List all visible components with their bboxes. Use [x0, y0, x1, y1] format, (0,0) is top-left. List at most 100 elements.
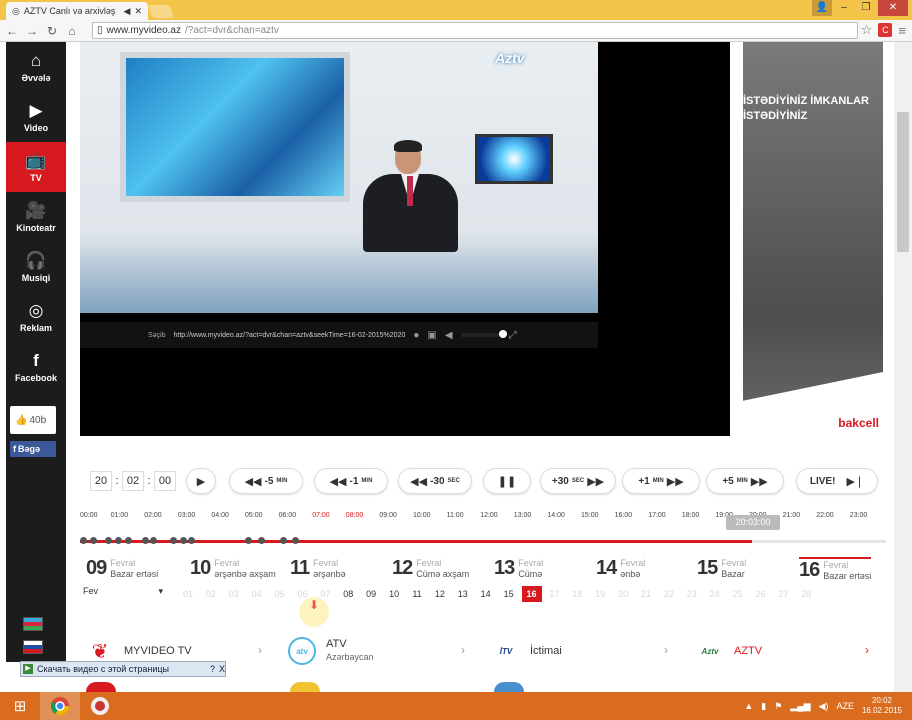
hour-input[interactable]: 20 — [90, 471, 112, 491]
channel-atv[interactable]: atv ATV Azərbaycan — [288, 637, 374, 665]
day-tab[interactable]: 11 Fevral ərşənbə — [290, 557, 346, 580]
home-browser-icon[interactable]: ⌂ — [66, 24, 78, 38]
snapshot-icon[interactable]: ▣ — [427, 330, 436, 341]
bulb-icon[interactable]: ● — [413, 330, 419, 341]
tray-volume-icon[interactable]: ◀) — [819, 701, 829, 712]
bookmark-star-icon[interactable]: ☆ — [861, 22, 873, 38]
tray-battery-icon[interactable]: ▮ — [761, 701, 766, 712]
sidebar-item-video[interactable]: ▶ Video — [6, 92, 66, 142]
download-video-bar[interactable]: ▶ Скачать видео с этой страницы ? X — [20, 661, 226, 677]
timeline-dot[interactable] — [292, 537, 299, 544]
minute-input[interactable]: 02 — [122, 471, 144, 491]
timeline-dot[interactable] — [150, 537, 157, 544]
timeline-dot[interactable] — [180, 537, 187, 544]
chevron-right-icon[interactable]: › — [258, 643, 262, 657]
pause-button[interactable]: ❚❚ — [483, 468, 531, 494]
day-tab[interactable]: 13 Fevral Cümə — [494, 557, 543, 580]
video-player[interactable]: Aztv Səçib http://www.myvideo.az/?act=dv… — [80, 42, 730, 436]
day-tab[interactable]: 10 Fevral ərşənbə axşam — [190, 557, 276, 580]
timeline-dot[interactable] — [142, 537, 149, 544]
media-app-taskbar-icon[interactable] — [80, 692, 120, 720]
go-time-button[interactable]: ▶ — [186, 468, 216, 494]
plus-5-min-button[interactable]: +5 MIN ▶▶ — [706, 468, 784, 494]
date-number[interactable]: 15 — [499, 586, 519, 602]
back-icon[interactable]: ← — [6, 24, 18, 38]
sidebar-item-kinoteatr[interactable]: 🎥 Kinoteatr — [6, 192, 66, 242]
day-tab[interactable]: 14 Fevral ənbə — [596, 557, 645, 580]
date-number[interactable]: 13 — [453, 586, 473, 602]
page-scrollbar[interactable] — [894, 42, 912, 692]
maximize-icon[interactable]: ❐ — [856, 0, 876, 16]
timeline-dot[interactable] — [115, 537, 122, 544]
day-tab[interactable]: 15 Fevral Bazar — [697, 557, 746, 580]
date-number[interactable]: 11 — [407, 586, 427, 602]
video-frame[interactable]: Aztv — [80, 42, 598, 313]
share-url[interactable]: http://www.myvideo.az/?act=dvr&chan=aztv… — [174, 332, 406, 339]
sidebar-item-tv[interactable]: 📺 TV — [6, 142, 66, 192]
minus-5-min-button[interactable]: ◀◀ -5 MIN — [229, 468, 303, 494]
timeline-dot[interactable] — [170, 537, 177, 544]
tray-network-icon[interactable]: ▂▄▆ — [790, 701, 810, 712]
language-indicator[interactable]: AZE — [836, 701, 854, 711]
user-profile-icon[interactable]: 👤 — [812, 0, 832, 16]
chevron-right-icon[interactable]: › — [461, 643, 465, 657]
channel-aztv[interactable]: Aztv AZTV — [696, 637, 763, 665]
menu-icon[interactable]: ≡ — [898, 23, 906, 38]
live-button[interactable]: LIVE! ▶❘ — [796, 468, 878, 494]
tray-flag-icon[interactable]: ⚑ — [774, 701, 782, 712]
reload-icon[interactable]: ↻ — [46, 24, 58, 38]
close-icon[interactable]: X — [219, 664, 225, 674]
chevron-right-icon[interactable]: › — [664, 643, 668, 657]
windows-start-icon[interactable]: ⊞ — [0, 692, 40, 720]
month-select[interactable]: Fev ▾ — [83, 586, 163, 597]
browser-tab[interactable]: ◎ AZTV Canlı və arxivləş ◀ ✕ — [6, 2, 148, 20]
plus-30-sec-button[interactable]: +30 SEC ▶▶ — [540, 468, 616, 494]
date-number[interactable]: 16 — [521, 586, 542, 602]
facebook-like-button[interactable]: f Bəgə — [10, 441, 56, 457]
channel-ictimai[interactable]: İTV İctimai — [492, 637, 562, 665]
sidebar-item-reklam[interactable]: ◎ Reklam — [6, 292, 66, 342]
date-number[interactable]: 14 — [476, 586, 496, 602]
date-number[interactable]: 09 — [361, 586, 381, 602]
timeline-dot[interactable] — [258, 537, 265, 544]
taskbar-clock[interactable]: 20:02 16.02.2015 — [862, 696, 902, 716]
volume-slider[interactable] — [460, 330, 507, 338]
day-tab[interactable]: 16 Fevral Bazar ertəsi — [799, 557, 872, 582]
sidebar-item-facebook[interactable]: f Facebook — [6, 342, 66, 392]
timeline-dot[interactable] — [245, 537, 252, 544]
extension-icon[interactable]: C — [878, 23, 893, 37]
close-window-icon[interactable]: ✕ — [878, 0, 908, 16]
timeline-dot[interactable] — [188, 537, 195, 544]
timeline-dot[interactable] — [105, 537, 112, 544]
volume-icon[interactable]: ◀ — [445, 330, 453, 341]
like-count-box[interactable]: 👍 40b — [10, 406, 56, 434]
timeline-dot[interactable] — [80, 537, 87, 544]
date-number[interactable]: 10 — [384, 586, 404, 602]
tab-close-icon[interactable]: ✕ — [134, 6, 142, 17]
minimize-icon[interactable]: – — [834, 0, 854, 16]
minus-30-sec-button[interactable]: ◀◀ -30 SEC — [398, 468, 472, 494]
sidebar-item-home[interactable]: ⌂ Əvvələ — [6, 42, 66, 92]
chrome-taskbar-icon[interactable] — [40, 692, 80, 720]
day-tab[interactable]: 12 Fevral Cümə axşam — [392, 557, 469, 580]
date-number[interactable]: 08 — [338, 586, 358, 602]
plus-1-min-button[interactable]: +1 MIN ▶▶ — [622, 468, 700, 494]
language-ru-flag-icon[interactable] — [23, 640, 43, 654]
forward-icon[interactable]: → — [26, 24, 38, 38]
new-tab-button[interactable] — [147, 5, 175, 18]
chevron-right-icon[interactable]: › — [865, 643, 869, 657]
timeline-dot[interactable] — [90, 537, 97, 544]
minus-1-min-button[interactable]: ◀◀ -1 MIN — [314, 468, 388, 494]
timeline-dot[interactable] — [125, 537, 132, 544]
date-number[interactable]: 12 — [430, 586, 450, 602]
help-icon[interactable]: ? — [210, 664, 215, 674]
timeline-dot[interactable] — [280, 537, 287, 544]
address-bar[interactable]: ▯ www.myvideo.az/?act=dvr&chan=aztv — [92, 22, 858, 39]
bakcell-ad-banner[interactable]: İSTƏDİYİNİZ İMKANLAR İSTƏDİYİNİZ bakcell — [743, 42, 883, 436]
fullscreen-icon[interactable]: ⤢ — [509, 330, 517, 341]
day-tab[interactable]: 09 Fevral Bazar ertəsi — [86, 557, 158, 580]
tray-up-arrow-icon[interactable]: ▲ — [744, 701, 753, 711]
sidebar-item-musiqi[interactable]: 🎧 Musiqi — [6, 242, 66, 292]
language-az-flag-icon[interactable] — [23, 617, 43, 631]
timeline-track[interactable] — [80, 537, 886, 544]
